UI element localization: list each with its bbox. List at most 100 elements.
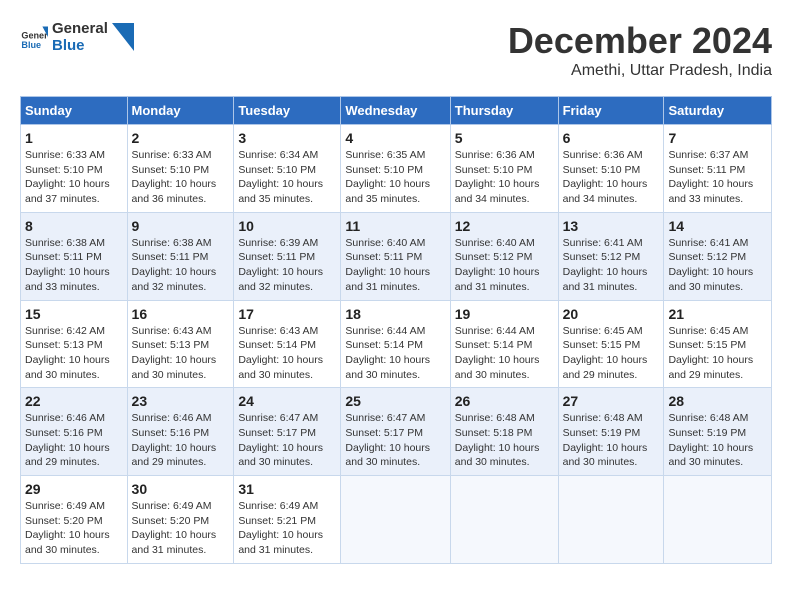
calendar-cell: 10 Sunrise: 6:39 AMSunset: 5:11 PMDaylig…	[234, 212, 341, 300]
logo: General Blue General Blue	[20, 20, 134, 54]
calendar-cell: 13 Sunrise: 6:41 AMSunset: 5:12 PMDaylig…	[558, 212, 664, 300]
day-info: Sunrise: 6:35 AMSunset: 5:10 PMDaylight:…	[345, 149, 430, 205]
day-number: 9	[132, 218, 230, 234]
calendar-cell: 5 Sunrise: 6:36 AMSunset: 5:10 PMDayligh…	[450, 125, 558, 213]
calendar-cell: 9 Sunrise: 6:38 AMSunset: 5:11 PMDayligh…	[127, 212, 234, 300]
day-number: 1	[25, 130, 123, 146]
calendar-cell: 1 Sunrise: 6:33 AMSunset: 5:10 PMDayligh…	[21, 125, 128, 213]
day-info: Sunrise: 6:44 AMSunset: 5:14 PMDaylight:…	[455, 325, 540, 381]
day-info: Sunrise: 6:36 AMSunset: 5:10 PMDaylight:…	[455, 149, 540, 205]
calendar-cell: 14 Sunrise: 6:41 AMSunset: 5:12 PMDaylig…	[664, 212, 772, 300]
svg-text:General: General	[21, 30, 48, 40]
day-info: Sunrise: 6:33 AMSunset: 5:10 PMDaylight:…	[132, 149, 217, 205]
day-number: 2	[132, 130, 230, 146]
day-number: 6	[563, 130, 660, 146]
day-info: Sunrise: 6:43 AMSunset: 5:14 PMDaylight:…	[238, 325, 323, 381]
weekday-header-monday: Monday	[127, 97, 234, 125]
day-info: Sunrise: 6:49 AMSunset: 5:20 PMDaylight:…	[132, 500, 217, 556]
day-number: 28	[668, 393, 767, 409]
day-number: 24	[238, 393, 336, 409]
calendar-cell	[341, 476, 450, 564]
day-info: Sunrise: 6:38 AMSunset: 5:11 PMDaylight:…	[132, 237, 217, 293]
day-number: 15	[25, 306, 123, 322]
calendar-cell: 27 Sunrise: 6:48 AMSunset: 5:19 PMDaylig…	[558, 388, 664, 476]
day-info: Sunrise: 6:46 AMSunset: 5:16 PMDaylight:…	[132, 412, 217, 468]
calendar-week-row: 15 Sunrise: 6:42 AMSunset: 5:13 PMDaylig…	[21, 300, 772, 388]
svg-text:Blue: Blue	[21, 40, 41, 50]
calendar-cell: 11 Sunrise: 6:40 AMSunset: 5:11 PMDaylig…	[341, 212, 450, 300]
day-info: Sunrise: 6:34 AMSunset: 5:10 PMDaylight:…	[238, 149, 323, 205]
weekday-header-row: SundayMondayTuesdayWednesdayThursdayFrid…	[21, 97, 772, 125]
logo-blue: Blue	[52, 37, 108, 54]
calendar-cell: 22 Sunrise: 6:46 AMSunset: 5:16 PMDaylig…	[21, 388, 128, 476]
calendar-cell: 25 Sunrise: 6:47 AMSunset: 5:17 PMDaylig…	[341, 388, 450, 476]
month-title: December 2024	[508, 20, 772, 62]
day-number: 13	[563, 218, 660, 234]
day-number: 11	[345, 218, 445, 234]
calendar-week-row: 1 Sunrise: 6:33 AMSunset: 5:10 PMDayligh…	[21, 125, 772, 213]
calendar-week-row: 22 Sunrise: 6:46 AMSunset: 5:16 PMDaylig…	[21, 388, 772, 476]
day-number: 17	[238, 306, 336, 322]
logo-icon: General Blue	[20, 23, 48, 51]
calendar-cell: 29 Sunrise: 6:49 AMSunset: 5:20 PMDaylig…	[21, 476, 128, 564]
day-number: 22	[25, 393, 123, 409]
calendar-table: SundayMondayTuesdayWednesdayThursdayFrid…	[20, 96, 772, 564]
title-section: December 2024 Amethi, Uttar Pradesh, Ind…	[508, 20, 772, 80]
day-info: Sunrise: 6:40 AMSunset: 5:11 PMDaylight:…	[345, 237, 430, 293]
calendar-cell: 7 Sunrise: 6:37 AMSunset: 5:11 PMDayligh…	[664, 125, 772, 213]
calendar-cell: 17 Sunrise: 6:43 AMSunset: 5:14 PMDaylig…	[234, 300, 341, 388]
day-number: 29	[25, 481, 123, 497]
calendar-cell: 23 Sunrise: 6:46 AMSunset: 5:16 PMDaylig…	[127, 388, 234, 476]
day-info: Sunrise: 6:47 AMSunset: 5:17 PMDaylight:…	[345, 412, 430, 468]
calendar-cell: 8 Sunrise: 6:38 AMSunset: 5:11 PMDayligh…	[21, 212, 128, 300]
weekday-header-wednesday: Wednesday	[341, 97, 450, 125]
day-info: Sunrise: 6:39 AMSunset: 5:11 PMDaylight:…	[238, 237, 323, 293]
day-number: 30	[132, 481, 230, 497]
calendar-cell: 15 Sunrise: 6:42 AMSunset: 5:13 PMDaylig…	[21, 300, 128, 388]
day-info: Sunrise: 6:48 AMSunset: 5:19 PMDaylight:…	[563, 412, 648, 468]
day-info: Sunrise: 6:46 AMSunset: 5:16 PMDaylight:…	[25, 412, 110, 468]
header: General Blue General Blue December 2024 …	[20, 20, 772, 80]
calendar-cell: 3 Sunrise: 6:34 AMSunset: 5:10 PMDayligh…	[234, 125, 341, 213]
day-info: Sunrise: 6:49 AMSunset: 5:21 PMDaylight:…	[238, 500, 323, 556]
day-number: 18	[345, 306, 445, 322]
weekday-header-friday: Friday	[558, 97, 664, 125]
calendar-cell: 18 Sunrise: 6:44 AMSunset: 5:14 PMDaylig…	[341, 300, 450, 388]
calendar-cell: 31 Sunrise: 6:49 AMSunset: 5:21 PMDaylig…	[234, 476, 341, 564]
calendar-cell: 4 Sunrise: 6:35 AMSunset: 5:10 PMDayligh…	[341, 125, 450, 213]
day-info: Sunrise: 6:44 AMSunset: 5:14 PMDaylight:…	[345, 325, 430, 381]
calendar-cell: 21 Sunrise: 6:45 AMSunset: 5:15 PMDaylig…	[664, 300, 772, 388]
day-info: Sunrise: 6:33 AMSunset: 5:10 PMDaylight:…	[25, 149, 110, 205]
day-info: Sunrise: 6:41 AMSunset: 5:12 PMDaylight:…	[563, 237, 648, 293]
day-info: Sunrise: 6:48 AMSunset: 5:18 PMDaylight:…	[455, 412, 540, 468]
day-info: Sunrise: 6:43 AMSunset: 5:13 PMDaylight:…	[132, 325, 217, 381]
day-info: Sunrise: 6:37 AMSunset: 5:11 PMDaylight:…	[668, 149, 753, 205]
day-info: Sunrise: 6:38 AMSunset: 5:11 PMDaylight:…	[25, 237, 110, 293]
calendar-cell: 20 Sunrise: 6:45 AMSunset: 5:15 PMDaylig…	[558, 300, 664, 388]
calendar-cell: 28 Sunrise: 6:48 AMSunset: 5:19 PMDaylig…	[664, 388, 772, 476]
day-info: Sunrise: 6:45 AMSunset: 5:15 PMDaylight:…	[563, 325, 648, 381]
logo-arrow-icon	[112, 23, 134, 51]
day-number: 19	[455, 306, 554, 322]
weekday-header-saturday: Saturday	[664, 97, 772, 125]
day-number: 10	[238, 218, 336, 234]
calendar-cell: 26 Sunrise: 6:48 AMSunset: 5:18 PMDaylig…	[450, 388, 558, 476]
day-info: Sunrise: 6:49 AMSunset: 5:20 PMDaylight:…	[25, 500, 110, 556]
day-number: 27	[563, 393, 660, 409]
day-number: 20	[563, 306, 660, 322]
day-info: Sunrise: 6:47 AMSunset: 5:17 PMDaylight:…	[238, 412, 323, 468]
day-number: 3	[238, 130, 336, 146]
calendar-cell: 2 Sunrise: 6:33 AMSunset: 5:10 PMDayligh…	[127, 125, 234, 213]
day-number: 12	[455, 218, 554, 234]
day-number: 31	[238, 481, 336, 497]
day-info: Sunrise: 6:36 AMSunset: 5:10 PMDaylight:…	[563, 149, 648, 205]
day-number: 26	[455, 393, 554, 409]
day-number: 25	[345, 393, 445, 409]
calendar-cell: 24 Sunrise: 6:47 AMSunset: 5:17 PMDaylig…	[234, 388, 341, 476]
day-number: 8	[25, 218, 123, 234]
day-number: 16	[132, 306, 230, 322]
day-number: 5	[455, 130, 554, 146]
day-info: Sunrise: 6:41 AMSunset: 5:12 PMDaylight:…	[668, 237, 753, 293]
day-info: Sunrise: 6:45 AMSunset: 5:15 PMDaylight:…	[668, 325, 753, 381]
calendar-week-row: 29 Sunrise: 6:49 AMSunset: 5:20 PMDaylig…	[21, 476, 772, 564]
